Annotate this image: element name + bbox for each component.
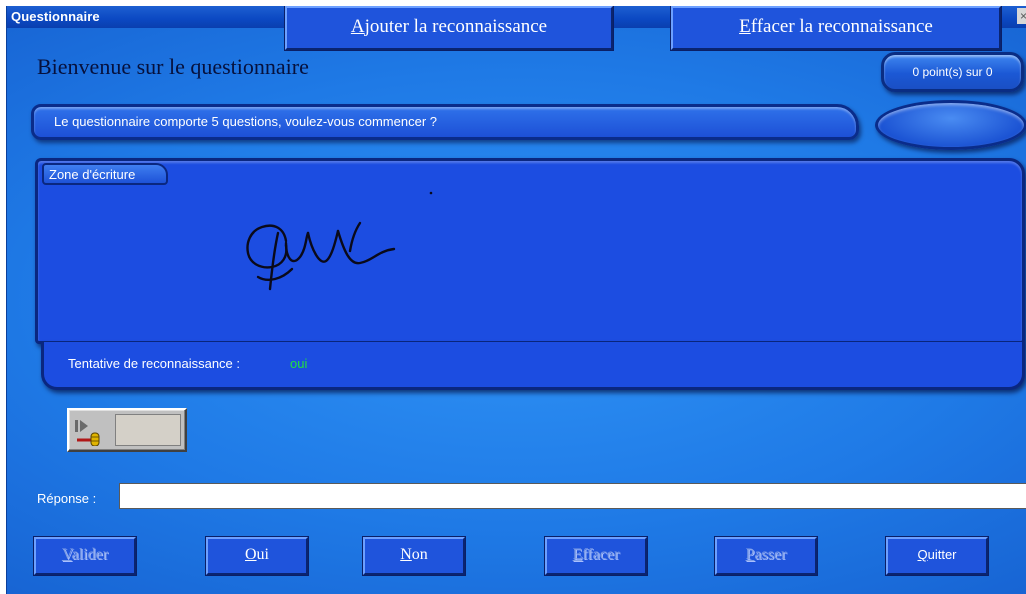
validate-button[interactable]: Valider (34, 537, 136, 575)
no-accel: N (400, 546, 412, 563)
mic-button[interactable] (67, 408, 187, 452)
clear-recognition-button[interactable]: Effacer la reconnaissance (671, 6, 1001, 50)
window-title: Questionnaire (11, 9, 100, 24)
clear-recognition-accel: E (739, 16, 751, 37)
add-recognition-button[interactable]: Ajouter la reconnaissance (285, 6, 613, 50)
yes-accel: O (244, 546, 257, 563)
close-icon[interactable]: × (1017, 8, 1026, 24)
yes-button[interactable]: Oui (206, 537, 308, 575)
skip-label: asser (754, 546, 787, 563)
score-display: 0 point(s) sur 0 (881, 52, 1024, 92)
answer-label: Réponse : (37, 491, 97, 506)
question-message: Le questionnaire comporte 5 questions, v… (31, 104, 859, 140)
erase-label: ffacer (582, 546, 620, 563)
quit-accel: Q (917, 547, 928, 562)
microphone-play-icon (75, 420, 100, 446)
erase-button[interactable]: Effacer (545, 537, 647, 575)
add-recognition-label: jouter la reconnaissance (364, 16, 548, 37)
recognition-bar: Tentative de reconnaissance : oui (41, 342, 1025, 390)
answer-input[interactable] (119, 483, 1026, 509)
quit-label: uitter (927, 547, 957, 562)
skip-button[interactable]: Passer (715, 537, 817, 575)
validate-accel: V (61, 546, 72, 563)
welcome-heading: Bienvenue sur le questionnaire (37, 54, 309, 79)
writing-zone[interactable]: Zone d'écriture (35, 158, 1025, 344)
quit-button[interactable]: Quitter (886, 537, 988, 575)
yes-label: ui (256, 546, 269, 563)
erase-accel: E (572, 546, 583, 563)
status-oval (875, 100, 1026, 150)
clear-recognition-label: ffacer la reconnaissance (750, 16, 933, 37)
mic-level-box (115, 414, 181, 446)
no-button[interactable]: Non (363, 537, 465, 575)
add-recognition-accel: A (350, 16, 365, 37)
recognition-value: oui (290, 356, 308, 371)
handwriting-ink (246, 191, 433, 291)
questionnaire-window: Questionnaire × Bienvenue sur le questio… (6, 6, 1026, 594)
no-label: on (411, 546, 428, 563)
validate-label: alider (71, 546, 109, 563)
recognition-label: Tentative de reconnaissance : (68, 356, 240, 371)
